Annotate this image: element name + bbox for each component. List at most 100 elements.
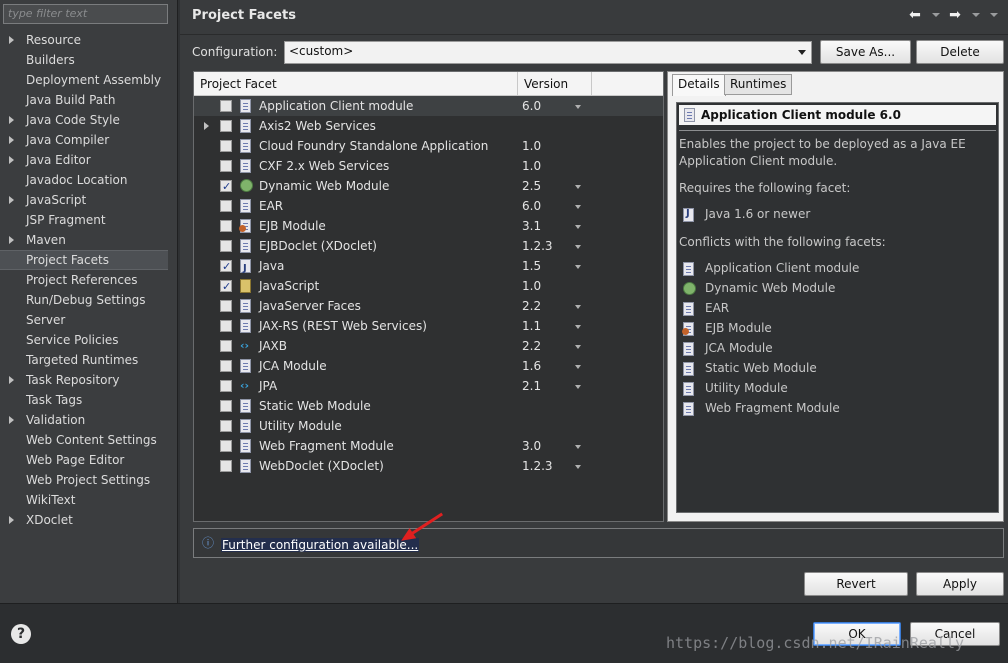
facet-checkbox[interactable] <box>220 340 232 352</box>
expand-arrow-icon[interactable] <box>7 130 17 150</box>
arrow-right-icon[interactable]: ➡ <box>947 7 963 23</box>
sidebar-item-deployment-assembly[interactable]: Deployment Assembly <box>0 70 178 90</box>
facet-checkbox[interactable] <box>220 277 232 297</box>
sidebar-item-maven[interactable]: Maven <box>0 230 178 250</box>
table-row[interactable]: CXF 2.x Web Services 1.0 <box>194 156 663 176</box>
table-row[interactable]: Java 1.5 <box>194 256 663 279</box>
chevron-down-icon[interactable] <box>575 445 581 449</box>
apply-button[interactable]: Apply <box>916 572 1004 596</box>
facet-version[interactable]: 1.2.3 <box>522 456 553 476</box>
facet-version[interactable]: 2.5 <box>522 176 541 196</box>
facet-version[interactable]: 1.2.3 <box>522 236 553 256</box>
facet-checkbox[interactable] <box>220 360 232 372</box>
table-row[interactable]: Utility Module <box>194 416 663 436</box>
arrow-left-icon[interactable]: ⬅ <box>907 7 923 23</box>
chevron-down-icon[interactable] <box>575 225 581 229</box>
expand-arrow-icon[interactable] <box>7 410 17 430</box>
expand-arrow-icon[interactable] <box>7 370 17 390</box>
sidebar-item-web-project-settings[interactable]: Web Project Settings <box>0 470 178 490</box>
facet-version[interactable]: 6.0 <box>522 196 541 216</box>
facet-checkbox[interactable] <box>220 440 232 452</box>
expand-arrow-icon[interactable] <box>7 150 17 170</box>
further-configuration-link[interactable]: Further configuration available... <box>221 538 420 552</box>
facet-checkbox[interactable] <box>220 300 232 312</box>
facet-checkbox[interactable] <box>220 220 232 232</box>
sidebar-item-web-page-editor[interactable]: Web Page Editor <box>0 450 178 470</box>
column-header-facet[interactable]: Project Facet <box>200 77 277 91</box>
table-row[interactable]: Application Client module 6.0 <box>194 96 663 116</box>
sidebar-item-run-debug-settings[interactable]: Run/Debug Settings <box>0 290 178 310</box>
filter-input[interactable]: type filter text <box>3 4 168 24</box>
sidebar-item-java-editor[interactable]: Java Editor <box>0 150 178 170</box>
facet-checkbox[interactable] <box>220 177 232 197</box>
chevron-down-icon[interactable] <box>575 185 581 189</box>
sidebar-item-jsp-fragment[interactable]: JSP Fragment <box>0 210 178 230</box>
expand-arrow-icon[interactable] <box>7 110 17 130</box>
chevron-down-icon[interactable] <box>575 205 581 209</box>
sidebar-item-java-build-path[interactable]: Java Build Path <box>0 90 178 110</box>
table-row[interactable]: JavaServer Faces 2.2 <box>194 296 663 316</box>
sidebar-item-web-content-settings[interactable]: Web Content Settings <box>0 430 178 450</box>
facet-version[interactable]: 1.6 <box>522 356 541 376</box>
facet-version[interactable]: 2.2 <box>522 296 541 316</box>
sidebar-item-server[interactable]: Server <box>0 310 178 330</box>
sidebar-item-validation[interactable]: Validation <box>0 410 178 430</box>
sidebar-item-javadoc-location[interactable]: Javadoc Location <box>0 170 178 190</box>
facet-version[interactable]: 2.2 <box>522 336 541 356</box>
table-row[interactable]: EJB Module 3.1 <box>194 216 663 236</box>
facet-version[interactable]: 1.1 <box>522 316 541 336</box>
column-header-version[interactable]: Version <box>524 77 568 91</box>
table-row[interactable]: JCA Module 1.6 <box>194 356 663 376</box>
expand-arrow-icon[interactable] <box>7 30 17 50</box>
tab-runtimes[interactable]: Runtimes <box>724 74 793 95</box>
sidebar-item-builders[interactable]: Builders <box>0 50 178 70</box>
table-row[interactable]: Static Web Module <box>194 396 663 416</box>
facet-checkbox[interactable] <box>220 120 232 132</box>
facet-checkbox[interactable] <box>220 380 232 392</box>
table-row[interactable]: EAR 6.0 <box>194 196 663 216</box>
facet-checkbox[interactable] <box>220 100 232 112</box>
sidebar-item-xdoclet[interactable]: XDoclet <box>0 510 178 530</box>
table-row[interactable]: EJBDoclet (XDoclet) 1.2.3 <box>194 236 663 256</box>
chevron-down-icon[interactable] <box>575 345 581 349</box>
table-row[interactable]: Web Fragment Module 3.0 <box>194 436 663 456</box>
expand-arrow-icon[interactable] <box>7 510 17 530</box>
facet-checkbox[interactable] <box>220 140 232 152</box>
table-row[interactable]: WebDoclet (XDoclet) 1.2.3 <box>194 456 663 476</box>
sidebar-item-targeted-runtimes[interactable]: Targeted Runtimes <box>0 350 178 370</box>
chevron-down-icon[interactable] <box>972 13 980 17</box>
sidebar-item-java-code-style[interactable]: Java Code Style <box>0 110 178 130</box>
column-divider[interactable] <box>591 72 592 96</box>
table-row[interactable]: Cloud Foundry Standalone Application 1.0 <box>194 136 663 156</box>
sidebar-item-java-compiler[interactable]: Java Compiler <box>0 130 178 150</box>
facet-checkbox[interactable] <box>220 320 232 332</box>
facet-version[interactable]: 3.0 <box>522 436 541 456</box>
sidebar-item-wikitext[interactable]: WikiText <box>0 490 178 510</box>
facet-checkbox[interactable] <box>220 200 232 212</box>
facet-checkbox[interactable] <box>220 460 232 472</box>
facet-version[interactable]: 2.1 <box>522 376 541 396</box>
table-row[interactable]: JAX-RS (REST Web Services) 1.1 <box>194 316 663 336</box>
table-row[interactable]: Axis2 Web Services <box>194 116 663 136</box>
facet-checkbox[interactable] <box>220 160 232 172</box>
facet-checkbox[interactable] <box>220 400 232 412</box>
facet-version[interactable]: 3.1 <box>522 216 541 236</box>
chevron-down-icon[interactable] <box>575 465 581 469</box>
facet-version[interactable]: 1.5 <box>522 256 541 276</box>
configuration-select[interactable]: <custom> <box>284 41 812 64</box>
column-divider[interactable] <box>517 72 518 96</box>
expand-arrow-icon[interactable] <box>7 230 17 250</box>
sidebar-item-project-facets[interactable]: Project Facets <box>0 250 168 270</box>
sidebar-item-task-tags[interactable]: Task Tags <box>0 390 178 410</box>
delete-button[interactable]: Delete <box>916 40 1004 64</box>
chevron-down-icon[interactable] <box>575 245 581 249</box>
revert-button[interactable]: Revert <box>804 572 908 596</box>
sidebar-item-project-references[interactable]: Project References <box>0 270 178 290</box>
save-as-button[interactable]: Save As... <box>820 40 911 64</box>
facet-checkbox[interactable] <box>220 420 232 432</box>
sidebar-item-resource[interactable]: Resource <box>0 30 178 50</box>
expand-arrow-icon[interactable] <box>203 116 211 136</box>
chevron-down-icon[interactable] <box>575 305 581 309</box>
table-row[interactable]: JAXB 2.2 <box>194 336 663 356</box>
expand-arrow-icon[interactable] <box>7 190 17 210</box>
